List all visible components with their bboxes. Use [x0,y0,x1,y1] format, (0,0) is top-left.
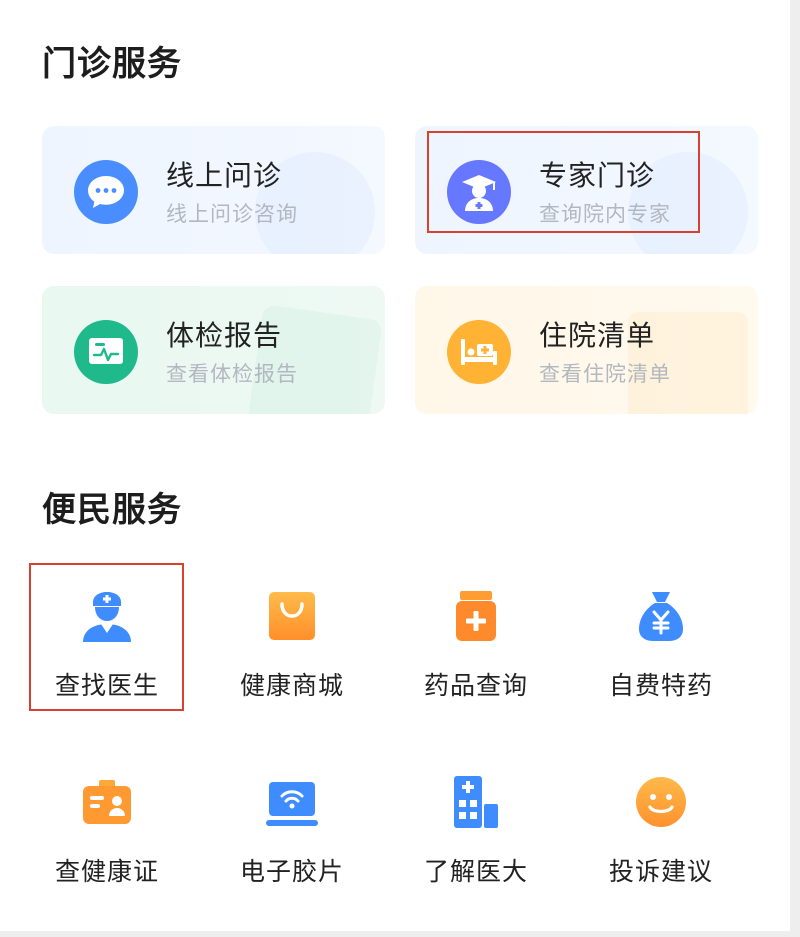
hospital-bed-icon [447,320,511,384]
highlight-box-find-doctor [29,563,184,711]
card-subtitle: 查看住院清单 [539,362,671,386]
card-online-consultation[interactable]: 线上问诊 线上问诊咨询 [42,126,385,254]
card-title: 住院清单 [539,319,656,352]
card-title: 线上问诊 [166,159,283,192]
smiley-icon [633,774,689,830]
service-health-certificate[interactable]: 查健康证 [37,774,177,914]
card-title: 体检报告 [166,319,283,352]
hospital-building-icon [448,774,504,830]
section-title-convenience: 便民服务 [42,482,182,539]
scrollbar-track [790,0,800,937]
service-label: 药品查询 [423,671,528,700]
bottom-divider [0,931,800,937]
service-health-mall[interactable]: 健康商城 [222,588,362,728]
highlight-box-expert [427,131,700,233]
id-card-icon [79,774,135,830]
service-drug-lookup[interactable]: 药品查询 [406,588,546,728]
card-inpatient-list[interactable]: 住院清单 查看住院清单 [415,286,758,414]
service-electronic-film[interactable]: 电子胶片 [222,774,362,914]
service-label: 了解医大 [423,857,528,886]
service-label: 查健康证 [54,857,159,886]
card-checkup-report[interactable]: 体检报告 查看体检报告 [42,286,385,414]
medicine-bottle-icon [448,588,504,644]
service-label: 电子胶片 [239,857,344,886]
service-about-hospital[interactable]: 了解医大 [406,774,546,914]
card-subtitle: 查看体检报告 [166,362,298,386]
service-label: 健康商城 [239,671,344,700]
service-complaints[interactable]: 投诉建议 [591,774,731,914]
service-label: 自费特药 [608,671,713,700]
film-scanner-icon [264,774,320,830]
section-title-outpatient: 门诊服务 [42,36,182,93]
service-self-paid-drugs[interactable]: 自费特药 [591,588,731,728]
section-title-text: 便民服务 [42,490,182,530]
section-title-text: 门诊服务 [42,44,182,84]
card-subtitle: 线上问诊咨询 [166,202,298,226]
ecg-report-icon [74,320,138,384]
money-bag-icon [633,588,689,644]
chat-bubble-icon [74,160,138,224]
service-label: 投诉建议 [608,857,713,886]
shopping-bag-icon [264,588,320,644]
